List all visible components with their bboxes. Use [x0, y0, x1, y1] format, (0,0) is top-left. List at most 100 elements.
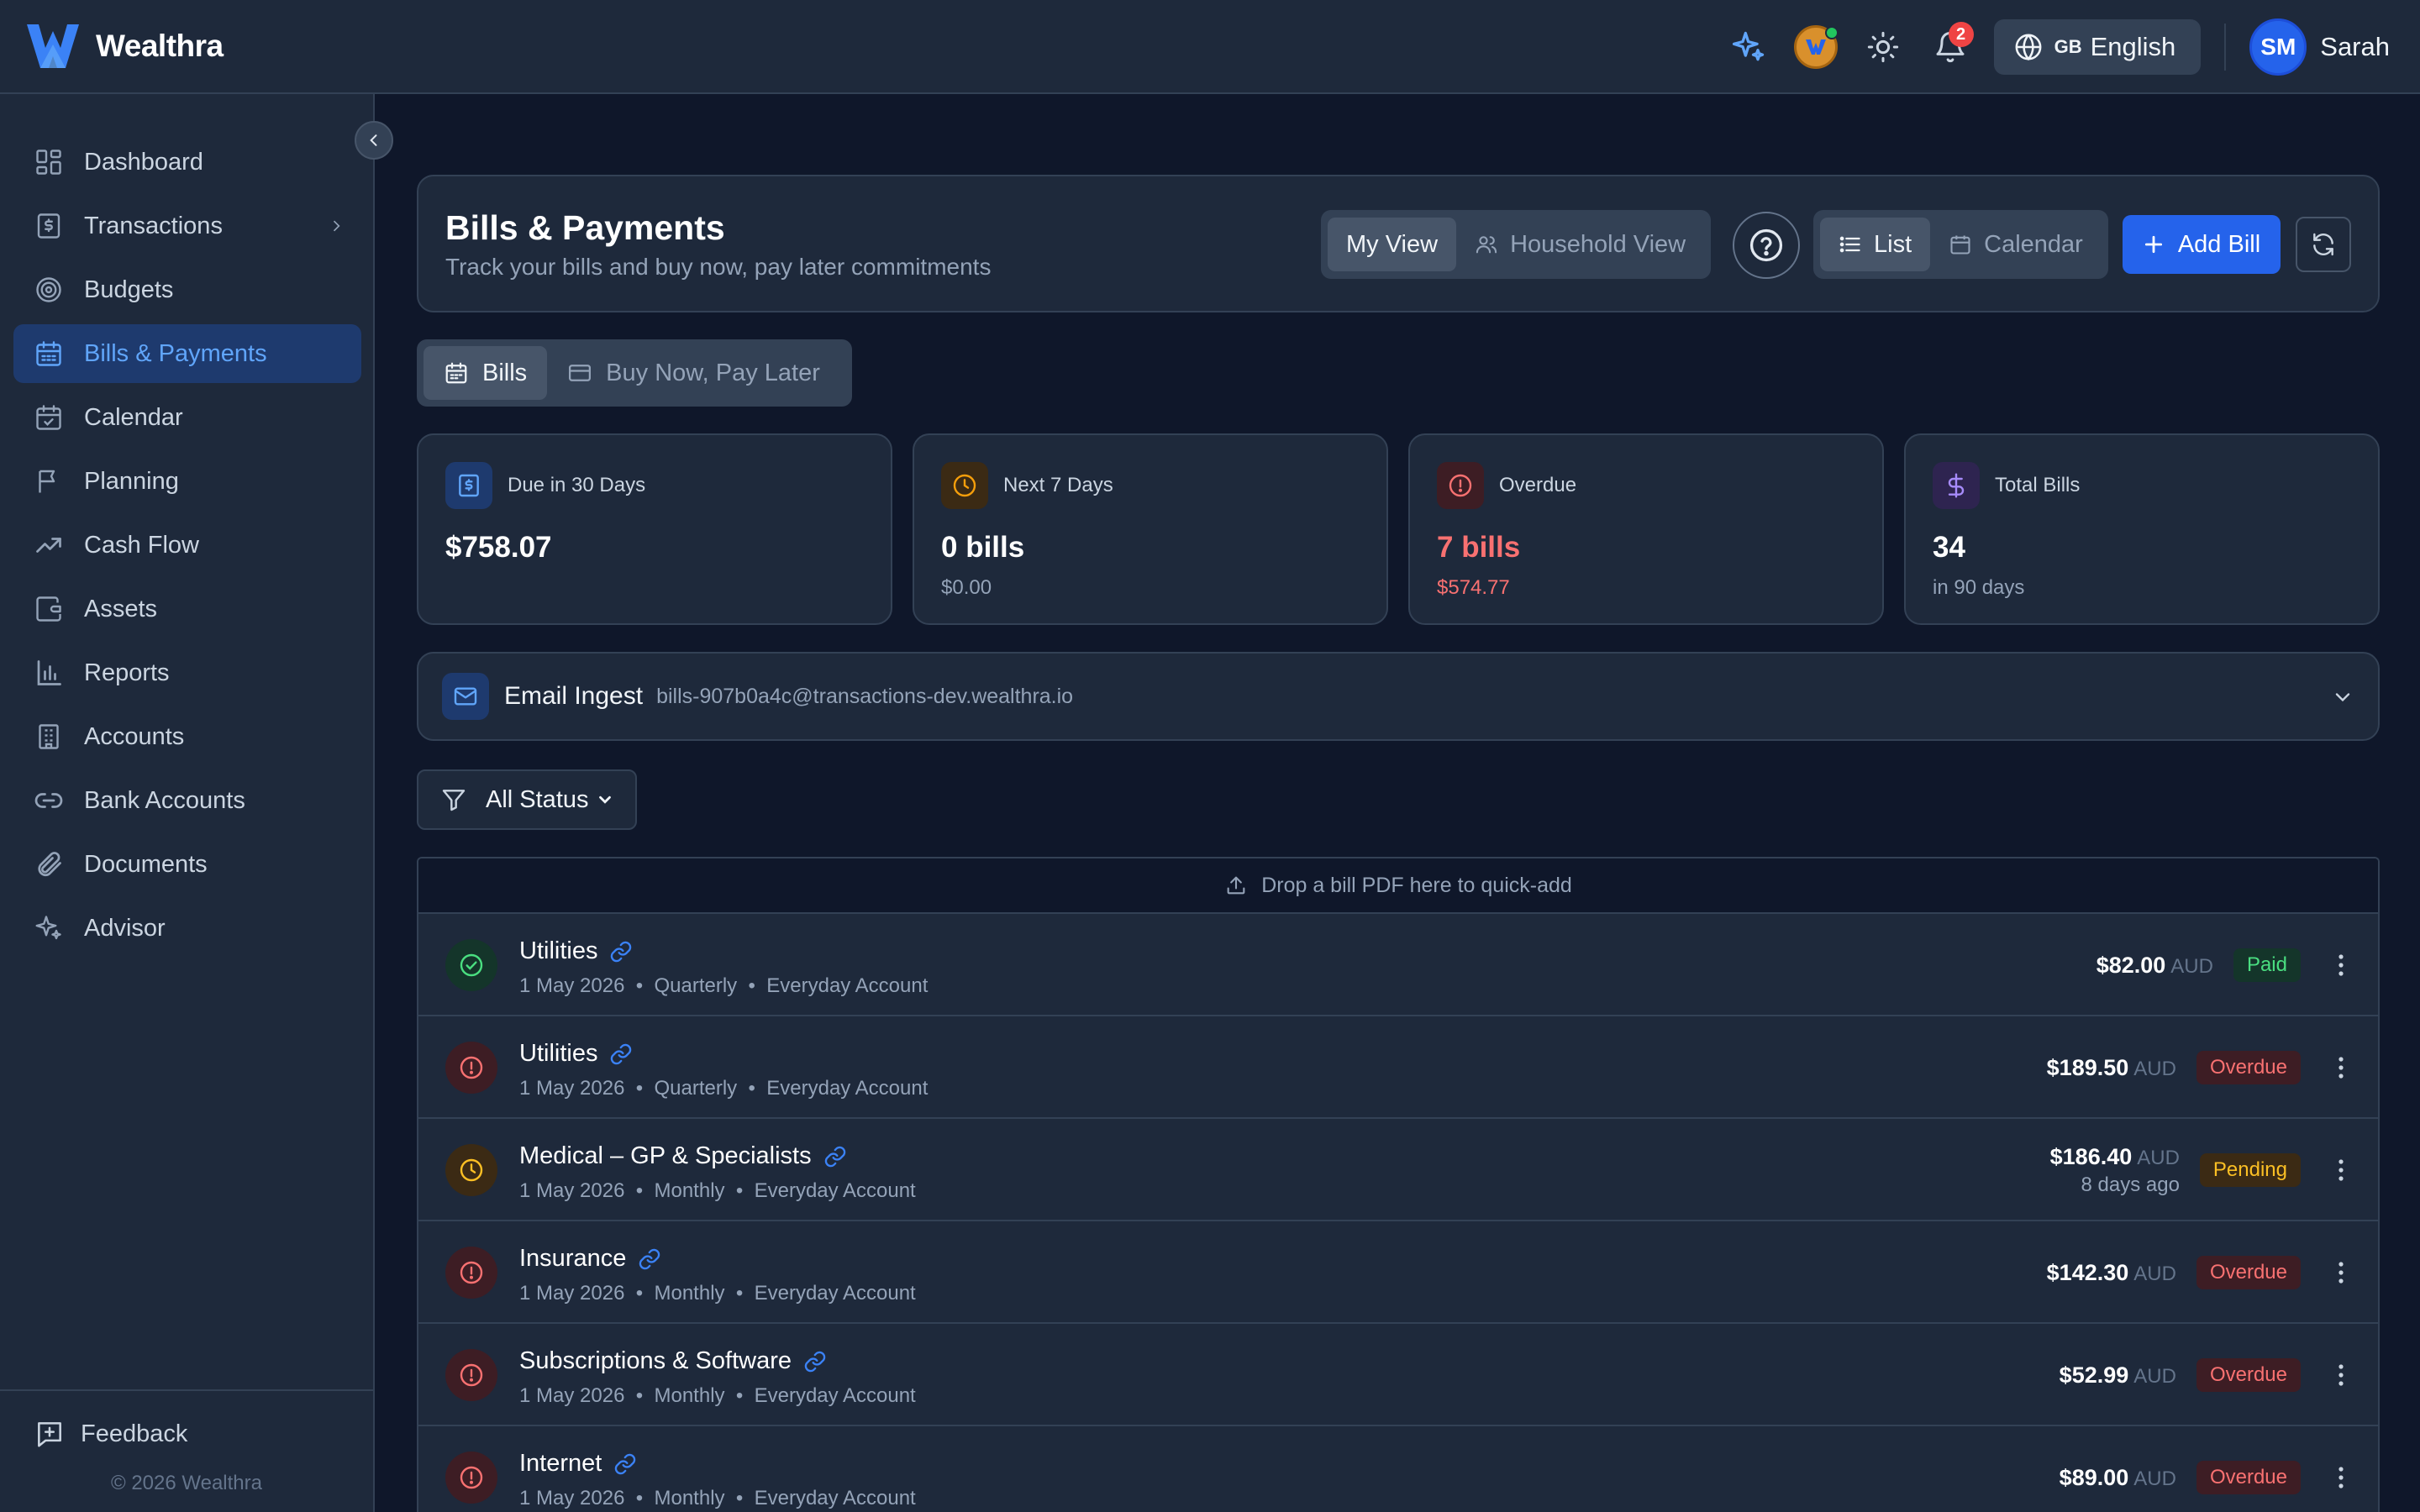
list-label: List — [1874, 230, 1912, 258]
household-view-option[interactable]: Household View — [1456, 218, 1704, 271]
sidebar-item-assets[interactable]: Assets — [13, 580, 361, 638]
bill-currency: AUD — [2133, 1467, 2176, 1490]
bill-summary: $52.99 AUD Overdue — [2060, 1324, 2351, 1426]
bill-amount: $142.30 AUD — [2047, 1260, 2176, 1286]
row-menu-button[interactable] — [2331, 1466, 2351, 1489]
sidebar-collapse-button[interactable] — [355, 121, 393, 160]
pdf-drop-zone[interactable]: Drop a bill PDF here to quick-add — [418, 858, 2378, 914]
credit-card-icon — [569, 365, 592, 381]
row-menu-button[interactable] — [2331, 953, 2351, 977]
stat-label: Total Bills — [1995, 474, 2081, 496]
clock-icon — [941, 462, 988, 509]
ai-sparkles-button[interactable] — [1725, 24, 1772, 71]
sidebar-item-reports[interactable]: Reports — [13, 643, 361, 702]
bill-summary: $142.30 AUD Overdue — [2047, 1221, 2351, 1324]
sidebar-item-calendar[interactable]: Calendar — [13, 388, 361, 447]
calendar-view-option[interactable]: Calendar — [1930, 218, 2102, 271]
bill-summary: $82.00 AUD Paid — [2096, 914, 2351, 1016]
language-flag: GB — [2054, 36, 2082, 57]
building-icon — [39, 724, 59, 749]
dollar-icon — [1933, 462, 1980, 509]
list-item[interactable]: Internet 1 May 2026 • Monthly • Everyday… — [418, 1426, 2378, 1512]
bill-meta: 1 May 2026 • Quarterly • Everyday Accoun… — [519, 1077, 929, 1100]
my-view-option[interactable]: My View — [1328, 218, 1457, 271]
tab-bills-label: Bills — [482, 359, 528, 386]
sidebar-item-cash-flow[interactable]: Cash Flow — [13, 516, 361, 575]
sidebar-item-planning[interactable]: Planning — [13, 452, 361, 511]
sidebar-item-dashboard[interactable]: Dashboard — [13, 133, 361, 192]
link-icon[interactable] — [609, 1042, 633, 1066]
row-menu-button[interactable] — [2331, 1261, 2351, 1284]
sidebar-item-label: Accounts — [84, 722, 185, 750]
calendar-check-icon — [36, 405, 61, 430]
link-icon[interactable] — [823, 1145, 847, 1168]
email-ingest-panel[interactable]: Email Ingest bills-907b0a4c@transactions… — [417, 652, 2380, 741]
row-menu-button[interactable] — [2331, 1056, 2351, 1079]
bar-chart-icon — [37, 660, 61, 685]
add-bill-button[interactable]: Add Bill — [2123, 215, 2281, 274]
sidebar-item-budgets[interactable]: Budgets — [13, 260, 361, 319]
add-bill-label: Add Bill — [2177, 230, 2261, 258]
list-item[interactable]: Utilities 1 May 2026 • Quarterly • Every… — [418, 1016, 2378, 1119]
list-item[interactable]: Medical – GP & Specialists 1 May 2026 • … — [418, 1119, 2378, 1221]
sidebar-item-bills-payments[interactable]: Bills & Payments — [13, 324, 361, 383]
user-menu[interactable]: SM Sarah — [2249, 18, 2390, 76]
my-view-label: My View — [1346, 230, 1439, 258]
help-button[interactable] — [1733, 212, 1800, 279]
rewards-button[interactable] — [1792, 24, 1839, 71]
language-selector[interactable]: GB English — [1993, 19, 2202, 75]
feedback-link[interactable]: Feedback — [34, 1418, 187, 1450]
sidebar-item-label: Budgets — [84, 276, 174, 303]
dollar-receipt-icon — [37, 213, 60, 239]
page-header: Bills & Payments Track your bills and bu… — [417, 175, 2380, 312]
email-ingest-address[interactable]: bills-907b0a4c@transactions-dev.wealthra… — [656, 685, 1073, 709]
list-view-option[interactable]: List — [1820, 218, 1931, 271]
email-ingest-title: Email Ingest — [504, 682, 644, 710]
row-menu-button[interactable] — [2331, 1158, 2351, 1182]
list-item[interactable]: Utilities 1 May 2026 • Quarterly • Every… — [418, 914, 2378, 1016]
calendar-label: Calendar — [1984, 230, 2083, 258]
topbar-divider — [2224, 24, 2227, 71]
row-menu-button[interactable] — [2331, 1363, 2351, 1387]
target-icon — [36, 277, 61, 302]
bill-name: Utilities — [519, 1040, 633, 1068]
stat-label: Due in 30 Days — [508, 474, 646, 496]
bill-meta: 1 May 2026 • Monthly • Everyday Account — [519, 1487, 916, 1509]
status-filter-dropdown[interactable]: All Status — [417, 769, 637, 830]
link-icon[interactable] — [638, 1247, 661, 1271]
plus-icon — [2144, 235, 2162, 254]
upload-icon — [1227, 876, 1245, 895]
list-item[interactable]: Subscriptions & Software 1 May 2026 • Mo… — [418, 1324, 2378, 1426]
theme-toggle-button[interactable] — [1860, 24, 1907, 71]
sidebar-item-transactions[interactable]: Transactions — [13, 197, 361, 255]
refresh-button[interactable] — [2296, 217, 2351, 272]
bill-currency: AUD — [2133, 1262, 2176, 1285]
sidebar-item-label: Calendar — [84, 403, 183, 431]
link-icon[interactable] — [609, 940, 633, 963]
page-title: Bills & Payments — [445, 208, 725, 247]
filter-icon — [442, 790, 466, 811]
notification-count-badge: 2 — [1948, 22, 1974, 47]
list-item[interactable]: Insurance 1 May 2026 • Monthly • Everyda… — [418, 1221, 2378, 1324]
tab-bills[interactable]: Bills — [424, 346, 548, 400]
stat-value: 0 bills — [941, 531, 1025, 564]
top-actions: 2 GB English SM Sarah — [1705, 0, 2390, 94]
sidebar-item-documents[interactable]: Documents — [13, 835, 361, 894]
bill-amount-value: $89.00 — [2059, 1464, 2129, 1490]
bill-currency: AUD — [2133, 1364, 2176, 1388]
stat-value: 7 bills — [1437, 531, 1521, 564]
brand[interactable]: Wealthra — [25, 19, 224, 73]
sidebar-item-accounts[interactable]: Accounts — [13, 707, 361, 766]
language-label: English — [2090, 32, 2176, 61]
sidebar-item-bank-accounts[interactable]: Bank Accounts — [13, 771, 361, 830]
users-icon — [1476, 236, 1497, 254]
tab-buy-now-pay-later[interactable]: Buy Now, Pay Later — [547, 346, 840, 400]
notifications-button[interactable]: 2 — [1927, 22, 1974, 71]
sidebar-item-advisor[interactable]: Advisor — [13, 899, 361, 958]
link-icon[interactable] — [803, 1350, 827, 1373]
stat-card-overdue: Overdue 7 bills $574.77 — [1408, 433, 1884, 625]
alert-circle-icon — [445, 1349, 497, 1401]
link-icon[interactable] — [613, 1452, 637, 1476]
status-badge: Overdue — [2196, 1051, 2301, 1084]
bill-currency: AUD — [2133, 1057, 2176, 1080]
